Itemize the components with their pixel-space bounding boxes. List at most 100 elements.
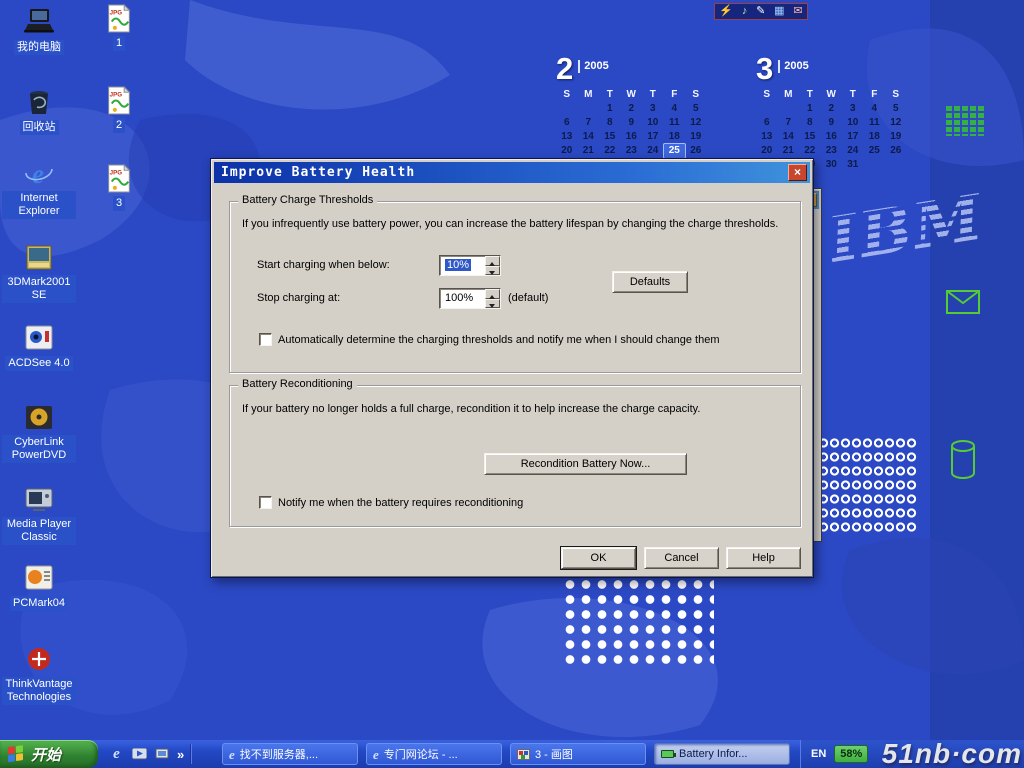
- calendar-day: [778, 102, 800, 116]
- desktop-file-3[interactable]: JPG 3: [82, 162, 156, 211]
- calendar-day: 23: [621, 144, 643, 158]
- quick-launch-ie-icon[interactable]: e: [108, 746, 125, 763]
- battery-percentage-badge[interactable]: 58%: [834, 745, 868, 763]
- 3dmark-icon: [2, 242, 76, 273]
- quick-launch-overflow-chevron[interactable]: »: [177, 747, 184, 762]
- calendar-month-number: 3: [756, 52, 773, 88]
- calendar-day-header: S: [556, 88, 578, 102]
- task-label: 专门网论坛 - ...: [384, 746, 458, 762]
- quick-launch-media-icon[interactable]: [131, 746, 148, 763]
- taskbar-task-forum[interactable]: e 专门网论坛 - ...: [366, 743, 502, 765]
- calendar-day: 12: [685, 116, 707, 130]
- defaults-button[interactable]: Defaults: [612, 271, 688, 293]
- desktop-file-2[interactable]: JPG 2: [82, 84, 156, 133]
- tray-icon[interactable]: ⚡: [719, 4, 733, 19]
- taskbar-task-server-not-found[interactable]: e 找不到服务器,...: [222, 743, 358, 765]
- taskbar-task-battery-information[interactable]: Battery Infor...: [654, 743, 790, 765]
- recondition-battery-button[interactable]: Recondition Battery Now...: [484, 453, 687, 475]
- desktop-icon-media-player-classic[interactable]: Media Player Classic: [2, 484, 76, 545]
- internet-explorer-icon: e: [2, 158, 76, 189]
- acdsee-icon: [2, 322, 76, 353]
- desktop-icon-acdsee[interactable]: ACDSee 4.0: [2, 322, 76, 371]
- notify-reconditioning-checkbox[interactable]: [259, 496, 272, 509]
- calendar-day: 16: [621, 130, 643, 144]
- calendar-day: 10: [642, 116, 664, 130]
- close-icon[interactable]: ×: [788, 164, 807, 181]
- reconditioning-description: If your battery no longer holds a full c…: [242, 403, 700, 415]
- notify-reconditioning-label: Notify me when the battery requires reco…: [278, 497, 523, 509]
- jpg-file-icon: JPG: [82, 162, 156, 193]
- calendar-day: 13: [556, 130, 578, 144]
- calendar-day: 9: [621, 116, 643, 130]
- paint-icon: [517, 749, 530, 760]
- desktop-icon-thinkvantage[interactable]: ThinkVantage Technologies: [2, 644, 76, 705]
- desktop-icon-powerdvd[interactable]: CyberLink PowerDVD: [2, 402, 76, 463]
- spinner-up-icon[interactable]: [485, 256, 500, 266]
- start-button[interactable]: 开始: [0, 740, 98, 768]
- spinner-up-icon[interactable]: [485, 289, 500, 299]
- tray-icon[interactable]: ✎: [756, 4, 765, 19]
- cylinder-icon: [950, 440, 976, 480]
- tray-icon[interactable]: ♪: [742, 4, 748, 19]
- calendar-month-march: 3 2005 SMTWTFS 1234567891011121314151617…: [756, 52, 908, 172]
- start-threshold-value: 10%: [445, 259, 471, 271]
- calendar-day: 4: [664, 102, 686, 116]
- calendar-day: 20: [756, 144, 778, 158]
- calendar-day: 3: [642, 102, 664, 116]
- calendar-month-number: 2: [556, 52, 573, 88]
- help-button[interactable]: Help: [726, 547, 801, 569]
- calendar-day: 16: [821, 130, 843, 144]
- icon-label: ACDSee 4.0: [5, 356, 72, 371]
- calendar-day: 6: [756, 116, 778, 130]
- auto-determine-checkbox[interactable]: [259, 333, 272, 346]
- spinner-down-icon[interactable]: [485, 266, 500, 276]
- calendar-day-header: W: [621, 88, 643, 102]
- desktop-icon-3dmark2001[interactable]: 3DMark2001 SE: [2, 242, 76, 303]
- calendar-day-header: F: [664, 88, 686, 102]
- windows-logo-icon: [8, 745, 25, 763]
- stop-threshold-spinner[interactable]: 100%: [439, 288, 501, 309]
- calendar-day: [556, 102, 578, 116]
- icon-label: 回收站: [20, 120, 59, 135]
- spinner-down-icon[interactable]: [485, 299, 500, 309]
- icon-label: ThinkVantage Technologies: [2, 677, 76, 705]
- stop-charging-label: Stop charging at:: [257, 292, 340, 304]
- start-threshold-spinner[interactable]: 10%: [439, 255, 501, 276]
- ok-button[interactable]: OK: [561, 547, 636, 569]
- calendar-day-header: M: [578, 88, 600, 102]
- desktop-icon-my-computer[interactable]: 我的电脑: [2, 6, 76, 55]
- taskbar-separator: [190, 744, 192, 764]
- watermark: 51nb·com: [882, 738, 1022, 768]
- desktop-icon-recycle-bin[interactable]: 回收站: [2, 86, 76, 135]
- calendar-day: 22: [599, 144, 621, 158]
- cancel-button[interactable]: Cancel: [644, 547, 719, 569]
- powerdvd-icon: [2, 402, 76, 433]
- calendar-day-header: T: [642, 88, 664, 102]
- calendar-day-header: S: [756, 88, 778, 102]
- dialog-titlebar[interactable]: Improve Battery Health: [214, 162, 810, 183]
- calendar-day: 23: [821, 144, 843, 158]
- desktop-file-1[interactable]: JPG 1: [82, 2, 156, 51]
- tray-icon[interactable]: ▦: [774, 4, 784, 19]
- svg-text:JPG: JPG: [110, 9, 123, 16]
- calendar-day: 2: [621, 102, 643, 116]
- calendar-day: 30: [821, 158, 843, 172]
- tray-icon[interactable]: ✉: [793, 4, 802, 19]
- envelope-icon: [946, 290, 980, 314]
- language-indicator[interactable]: EN: [811, 748, 826, 760]
- calendar-day: 26: [685, 144, 707, 158]
- icon-label: 1: [113, 36, 125, 51]
- dots-pattern-bottom: [562, 577, 714, 669]
- quick-launch-show-desktop-icon[interactable]: [154, 746, 171, 763]
- calendar-day: 5: [885, 102, 907, 116]
- svg-text:JPG: JPG: [110, 169, 123, 176]
- desktop-icon-pcmark04[interactable]: PCMark04: [2, 562, 76, 611]
- calendar-day-headers: SMTWTFS: [756, 88, 908, 102]
- taskbar-task-paint[interactable]: 3 - 画图: [510, 743, 646, 765]
- calendar-day-headers: SMTWTFS: [556, 88, 708, 102]
- battery-charge-thresholds-group: Battery Charge Thresholds If you infrequ…: [229, 201, 801, 373]
- desktop-icon-internet-explorer[interactable]: e Internet Explorer: [2, 158, 76, 219]
- calendar-day-header: T: [799, 88, 821, 102]
- icon-label: 我的电脑: [14, 40, 64, 55]
- calendar-day: 7: [778, 116, 800, 130]
